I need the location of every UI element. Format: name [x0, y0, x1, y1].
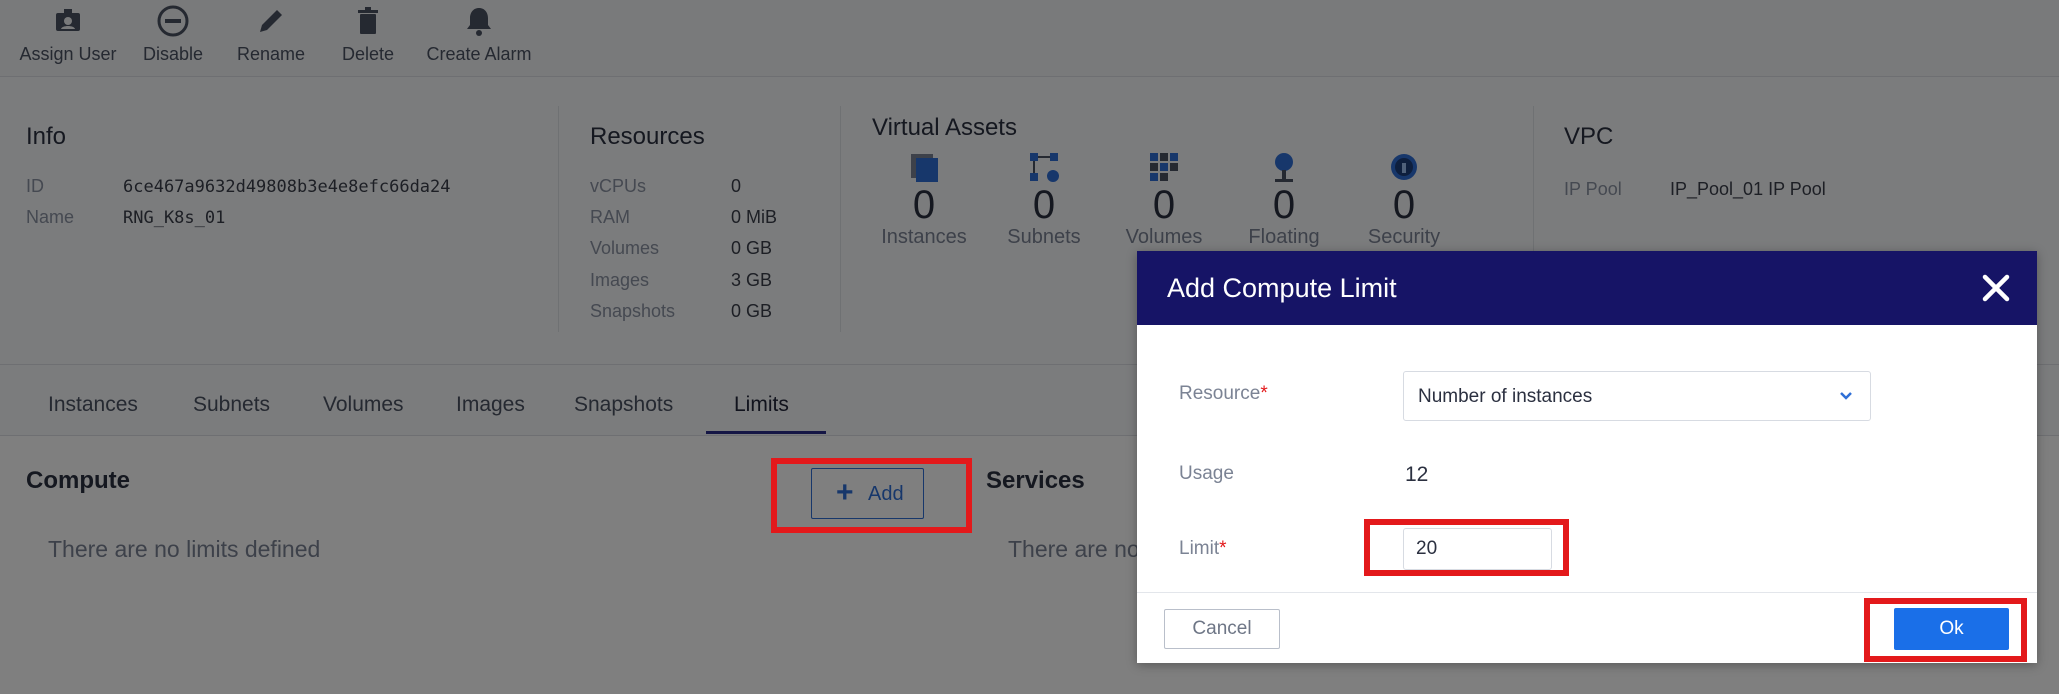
dialog-footer-divider — [1137, 592, 2037, 593]
cancel-button[interactable]: Cancel — [1164, 609, 1280, 649]
close-icon[interactable] — [1979, 271, 2013, 305]
highlight-ok-button — [1864, 598, 2027, 662]
resource-selected-value: Number of instances — [1418, 386, 1593, 407]
required-mark: * — [1260, 383, 1268, 404]
usage-value: 12 — [1405, 463, 1429, 486]
highlight-limit-input — [1364, 519, 1569, 576]
required-mark: * — [1219, 538, 1227, 559]
highlight-add-button — [771, 458, 972, 533]
chevron-down-icon — [1838, 388, 1854, 404]
dialog-title: Add Compute Limit — [1167, 273, 1397, 303]
resource-select[interactable]: Number of instances — [1403, 371, 1871, 421]
resource-field-label: Resource* — [1179, 383, 1268, 404]
limit-field-label: Limit* — [1179, 538, 1227, 559]
usage-label: Usage — [1179, 463, 1234, 484]
dialog-header: Add Compute Limit — [1137, 251, 2037, 325]
